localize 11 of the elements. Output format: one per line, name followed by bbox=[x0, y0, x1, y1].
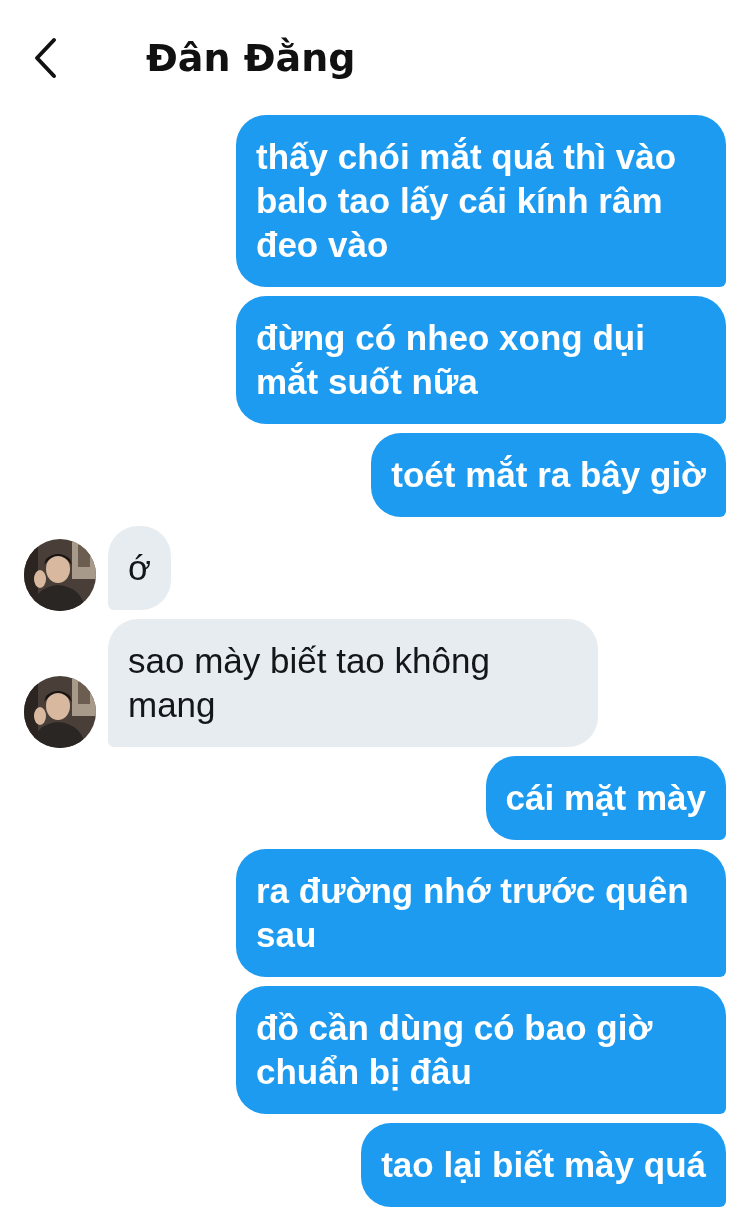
message-bubble: thấy chói mắt quá thì vào balo tao lấy cái kính râm đeo vào bbox=[236, 115, 726, 287]
message-bubble: đừng có nheo xong dụi mắt suốt nữa bbox=[236, 296, 726, 424]
message-bubble: sao mày biết tao không mang bbox=[108, 619, 598, 747]
back-icon bbox=[32, 36, 58, 79]
message-bubble: đồ cần dùng có bao giờ chuẩn bị đâu bbox=[236, 986, 726, 1114]
message-bubble: tao lại biết mày quá bbox=[361, 1123, 726, 1207]
message-bubble: ra đường nhớ trước quên sau bbox=[236, 849, 726, 977]
message-bubble: ớ bbox=[108, 526, 171, 610]
message-bubble: cái mặt mày bbox=[485, 756, 726, 840]
message-bubble: toét mắt ra bây giờ bbox=[371, 433, 726, 517]
chat-title: Đân Đằng bbox=[146, 35, 356, 80]
